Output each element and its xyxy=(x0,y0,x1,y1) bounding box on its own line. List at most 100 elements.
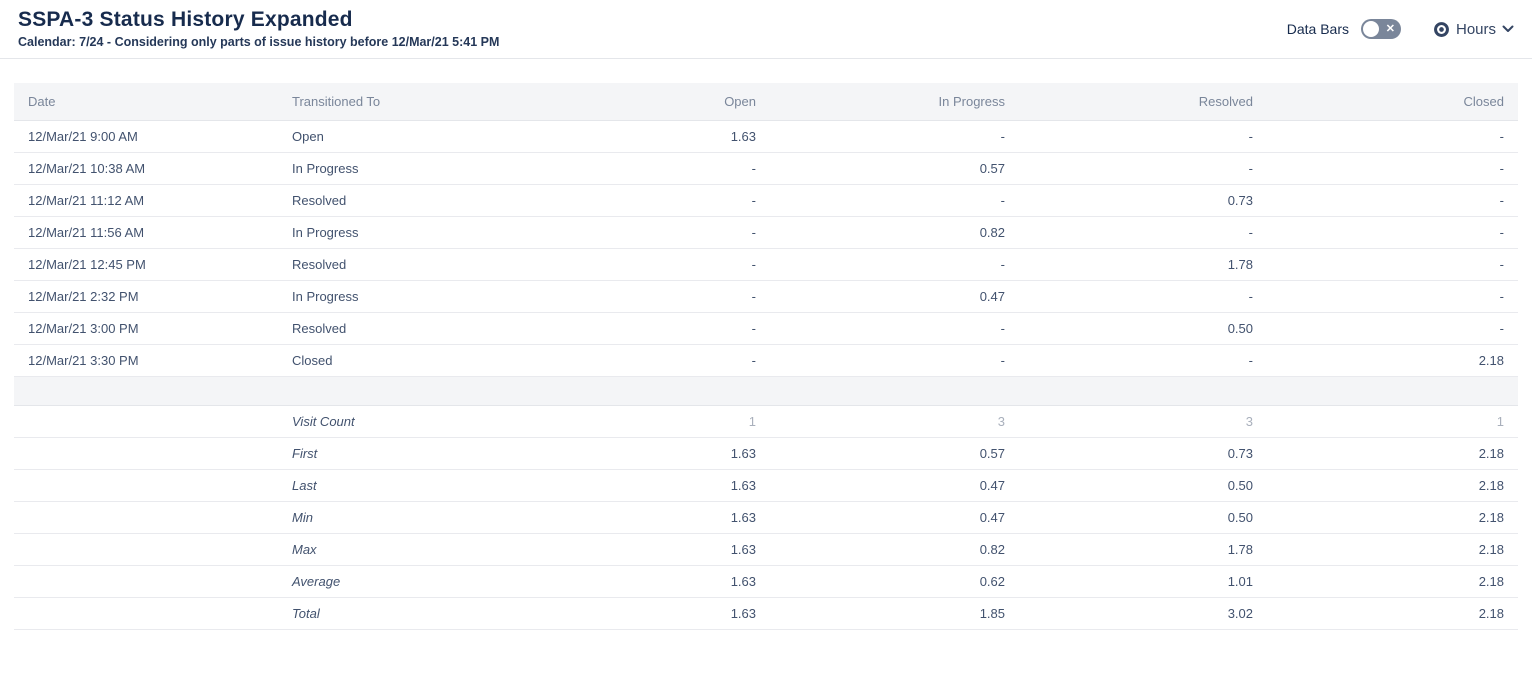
cell-in-progress: 1.85 xyxy=(770,597,1019,629)
cell-open: - xyxy=(518,152,770,184)
summary-label: Max xyxy=(278,533,518,565)
cell-closed: - xyxy=(1267,152,1518,184)
cell-open: 1 xyxy=(518,405,770,437)
cell-resolved: - xyxy=(1019,216,1267,248)
cell-date: 12/Mar/21 10:38 AM xyxy=(14,152,278,184)
summary-label: Visit Count xyxy=(278,405,518,437)
cell-empty xyxy=(14,501,278,533)
col-header-open: Open xyxy=(518,83,770,120)
cell-closed: - xyxy=(1267,216,1518,248)
cell-transitioned-to: In Progress xyxy=(278,152,518,184)
cell-empty xyxy=(14,533,278,565)
cell-transitioned-to: Resolved xyxy=(278,312,518,344)
cell-open: - xyxy=(518,280,770,312)
table-header-row: Date Transitioned To Open In Progress Re… xyxy=(14,83,1518,120)
cell-resolved: - xyxy=(1019,120,1267,152)
cell-open: - xyxy=(518,184,770,216)
page-title: SSPA-3 Status History Expanded xyxy=(18,8,499,32)
cell-resolved: 3 xyxy=(1019,405,1267,437)
cell-in-progress: - xyxy=(770,120,1019,152)
x-icon: ✕ xyxy=(1386,22,1395,36)
table-row: 12/Mar/21 10:38 AMIn Progress-0.57-- xyxy=(14,152,1518,184)
cell-resolved: 0.73 xyxy=(1019,184,1267,216)
cell-transitioned-to: In Progress xyxy=(278,280,518,312)
table-row: 12/Mar/21 9:00 AMOpen1.63--- xyxy=(14,120,1518,152)
title-block: SSPA-3 Status History Expanded Calendar:… xyxy=(18,8,499,49)
summary-row: First1.630.570.732.18 xyxy=(14,437,1518,469)
summary-row: Max1.630.821.782.18 xyxy=(14,533,1518,565)
table-row: 12/Mar/21 12:45 PMResolved--1.78- xyxy=(14,248,1518,280)
cell-resolved: 3.02 xyxy=(1019,597,1267,629)
cell-in-progress: - xyxy=(770,344,1019,376)
cell-transitioned-to: In Progress xyxy=(278,216,518,248)
data-bars-label: Data Bars xyxy=(1287,21,1349,37)
cell-in-progress: 0.57 xyxy=(770,152,1019,184)
cell-in-progress: 0.62 xyxy=(770,565,1019,597)
cell-closed: - xyxy=(1267,280,1518,312)
summary-row: Visit Count1331 xyxy=(14,405,1518,437)
page-header: SSPA-3 Status History Expanded Calendar:… xyxy=(0,0,1532,59)
table-row: 12/Mar/21 11:12 AMResolved--0.73- xyxy=(14,184,1518,216)
table-row: 12/Mar/21 3:30 PMClosed---2.18 xyxy=(14,344,1518,376)
cell-closed: 2.18 xyxy=(1267,344,1518,376)
cell-in-progress: 0.47 xyxy=(770,280,1019,312)
cell-empty xyxy=(14,597,278,629)
cell-date: 12/Mar/21 2:32 PM xyxy=(14,280,278,312)
cell-closed: - xyxy=(1267,184,1518,216)
col-header-transitioned-to: Transitioned To xyxy=(278,83,518,120)
cell-date: 12/Mar/21 11:56 AM xyxy=(14,216,278,248)
cell-date: 12/Mar/21 3:00 PM xyxy=(14,312,278,344)
history-rows: 12/Mar/21 9:00 AMOpen1.63---12/Mar/21 10… xyxy=(14,120,1518,376)
summary-row: Total1.631.853.022.18 xyxy=(14,597,1518,629)
units-label: Hours xyxy=(1456,21,1496,38)
header-controls: Data Bars ✕ Hours xyxy=(1287,19,1514,39)
cell-open: - xyxy=(518,312,770,344)
cell-in-progress: 0.57 xyxy=(770,437,1019,469)
summary-row: Last1.630.470.502.18 xyxy=(14,469,1518,501)
cell-in-progress: 0.82 xyxy=(770,216,1019,248)
cell-resolved: 1.78 xyxy=(1019,533,1267,565)
cell-closed: - xyxy=(1267,248,1518,280)
data-bars-toggle[interactable]: ✕ xyxy=(1361,19,1401,39)
chevron-down-icon xyxy=(1502,25,1514,33)
cell-open: 1.63 xyxy=(518,597,770,629)
cell-closed: 2.18 xyxy=(1267,469,1518,501)
cell-transitioned-to: Open xyxy=(278,120,518,152)
summary-row: Average1.630.621.012.18 xyxy=(14,565,1518,597)
cell-resolved: 0.50 xyxy=(1019,501,1267,533)
cell-closed: 2.18 xyxy=(1267,437,1518,469)
cell-closed: 2.18 xyxy=(1267,533,1518,565)
cell-open: - xyxy=(518,216,770,248)
cell-resolved: 1.01 xyxy=(1019,565,1267,597)
cell-in-progress: 0.47 xyxy=(770,469,1019,501)
cell-transitioned-to: Resolved xyxy=(278,184,518,216)
cell-closed: 2.18 xyxy=(1267,565,1518,597)
cell-resolved: 1.78 xyxy=(1019,248,1267,280)
table-row: 12/Mar/21 2:32 PMIn Progress-0.47-- xyxy=(14,280,1518,312)
cell-closed: 1 xyxy=(1267,405,1518,437)
cell-open: 1.63 xyxy=(518,120,770,152)
cell-open: 1.63 xyxy=(518,469,770,501)
cell-empty xyxy=(14,437,278,469)
cell-closed: 2.18 xyxy=(1267,597,1518,629)
cell-open: 1.63 xyxy=(518,437,770,469)
cell-in-progress: 3 xyxy=(770,405,1019,437)
cell-transitioned-to: Resolved xyxy=(278,248,518,280)
calendar-subtitle: Calendar: 7/24 - Considering only parts … xyxy=(18,35,499,49)
units-dropdown[interactable]: Hours xyxy=(1433,21,1514,38)
cell-open: - xyxy=(518,248,770,280)
cell-resolved: - xyxy=(1019,152,1267,184)
col-header-date: Date xyxy=(14,83,278,120)
cell-empty xyxy=(14,469,278,501)
cell-date: 12/Mar/21 12:45 PM xyxy=(14,248,278,280)
summary-row: Min1.630.470.502.18 xyxy=(14,501,1518,533)
table-row: 12/Mar/21 11:56 AMIn Progress-0.82-- xyxy=(14,216,1518,248)
summary-rows: Visit Count1331First1.630.570.732.18Last… xyxy=(14,405,1518,629)
spacer-row xyxy=(14,376,1518,405)
summary-label: Total xyxy=(278,597,518,629)
cell-in-progress: - xyxy=(770,312,1019,344)
col-header-resolved: Resolved xyxy=(1019,83,1267,120)
cell-resolved: 0.50 xyxy=(1019,312,1267,344)
spacer-cell xyxy=(14,376,1518,405)
cell-open: 1.63 xyxy=(518,533,770,565)
